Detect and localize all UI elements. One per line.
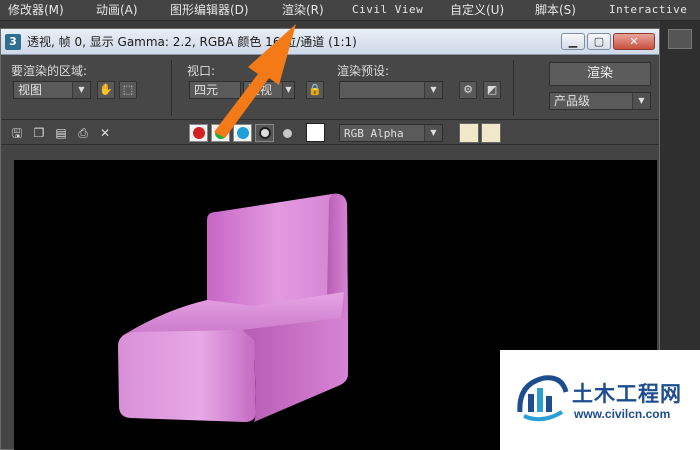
watermark: 土木工程网 www.civilcn.com: [500, 350, 700, 450]
orange-arrow-icon: [214, 24, 296, 138]
civilcn-logo-icon: [517, 375, 569, 422]
watermark-name: 土木工程网: [572, 383, 682, 406]
watermark-url: www.civilcn.com: [574, 407, 671, 421]
